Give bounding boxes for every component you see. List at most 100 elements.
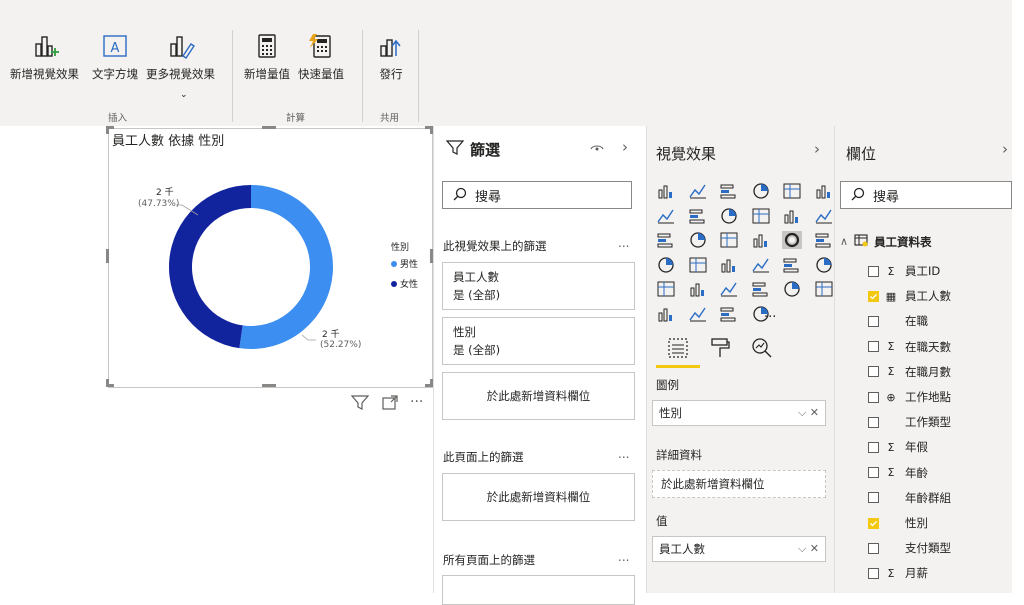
field-item[interactable]: Σ 年假 <box>868 438 928 456</box>
visual-type-icon[interactable] <box>719 256 739 274</box>
eye-icon[interactable] <box>590 140 604 159</box>
field-item[interactable]: 性別 <box>868 514 928 532</box>
visual-type-icon[interactable] <box>656 182 676 200</box>
visual-type-icon[interactable] <box>751 280 771 298</box>
field-item[interactable]: Σ 在職月數 <box>868 363 951 381</box>
checkbox-icon[interactable] <box>868 341 879 353</box>
table-node[interactable]: ∧ 員工資料表 <box>840 233 932 250</box>
more-options-icon[interactable]: ··· <box>410 394 423 410</box>
filter-card-employee-count[interactable]: 員工人數 是 (全部) <box>442 262 635 310</box>
visual-type-icon[interactable] <box>782 256 802 274</box>
field-item[interactable]: 工作類型 <box>868 413 951 431</box>
analytics-magnifier-icon[interactable] <box>750 336 774 364</box>
resize-handle[interactable] <box>106 126 109 134</box>
visual-type-icon[interactable] <box>782 182 802 200</box>
focus-mode-icon[interactable] <box>381 395 399 415</box>
filter-icon[interactable] <box>350 395 370 415</box>
page-filter-drop-zone[interactable]: 於此處新增資料欄位 <box>442 473 635 521</box>
details-well[interactable]: 於此處新增資料欄位 <box>652 470 826 498</box>
field-item[interactable]: ▦ 員工人數 <box>868 287 951 305</box>
visual-type-icon[interactable] <box>688 280 708 298</box>
visual-type-icon[interactable] <box>688 231 708 249</box>
visual-type-icon[interactable] <box>656 231 676 249</box>
visual-type-icon[interactable] <box>719 280 739 298</box>
checkbox-checked-icon[interactable] <box>868 517 879 529</box>
chevron-up-icon[interactable]: ∧ <box>840 235 848 248</box>
visual-type-icon[interactable] <box>814 256 834 274</box>
visual-type-icon[interactable] <box>656 280 676 298</box>
values-well[interactable]: 員工人數 ⌵ ✕ <box>652 536 826 562</box>
fields-tab-icon[interactable] <box>666 336 690 364</box>
checkbox-icon[interactable] <box>868 467 879 479</box>
visual-type-icon[interactable] <box>782 231 802 249</box>
text-box-button[interactable]: A 文字方塊 <box>92 32 138 92</box>
resize-handle[interactable] <box>262 384 276 387</box>
resize-handle[interactable] <box>262 126 276 129</box>
more-icon[interactable]: ... <box>618 550 629 564</box>
fields-search-input[interactable]: 搜尋 <box>840 181 1012 209</box>
visual-type-icon[interactable] <box>782 207 802 225</box>
field-item[interactable]: 支付類型 <box>868 539 951 557</box>
checkbox-icon[interactable] <box>868 416 879 428</box>
field-item[interactable]: Σ 在職天數 <box>868 338 951 356</box>
checkbox-icon[interactable] <box>868 391 879 403</box>
legend-well[interactable]: 性別 ⌵ ✕ <box>652 400 826 426</box>
collapse-visualizations-icon[interactable]: › <box>814 140 820 158</box>
field-item[interactable]: Σ 月薪 <box>868 564 928 582</box>
add-visual-button[interactable]: 新增視覺效果 <box>10 32 79 92</box>
visual-type-icon[interactable] <box>688 207 708 225</box>
checkbox-icon[interactable] <box>868 366 879 378</box>
all-pages-filter-drop-zone[interactable] <box>442 575 635 605</box>
more-visuals-button[interactable]: 更多視覺效果 <box>146 32 215 92</box>
field-item[interactable]: ⊕ 工作地點 <box>868 388 951 406</box>
visual-type-icon[interactable] <box>688 182 708 200</box>
collapse-filters-icon[interactable]: › <box>622 138 628 156</box>
visual-type-icon[interactable] <box>751 231 771 249</box>
visual-type-icon[interactable] <box>814 207 834 225</box>
visual-type-icon[interactable] <box>782 280 802 298</box>
checkbox-icon[interactable] <box>868 542 879 554</box>
legend-item-female[interactable]: 女性 <box>391 277 418 290</box>
visual-type-icon[interactable] <box>719 231 739 249</box>
visual-type-icon[interactable] <box>719 182 739 200</box>
visual-type-icon[interactable] <box>814 182 834 200</box>
new-measure-button[interactable]: 新增量值 <box>244 32 290 92</box>
visual-type-icon[interactable] <box>751 207 771 225</box>
publish-button[interactable]: 發行 <box>377 32 405 92</box>
donut-slice-male[interactable] <box>239 185 333 349</box>
visual-type-icon[interactable] <box>688 305 708 323</box>
legend-item-male[interactable]: 男性 <box>391 257 418 270</box>
more-icon[interactable]: ... <box>618 236 629 250</box>
visual-type-icon[interactable] <box>751 182 771 200</box>
filter-card-gender[interactable]: 性別 是 (全部) <box>442 317 635 365</box>
visual-type-icon[interactable] <box>656 305 676 323</box>
field-item[interactable]: Σ 年齡 <box>868 464 928 482</box>
visual-type-icon[interactable] <box>719 207 739 225</box>
format-paint-roller-icon[interactable] <box>708 336 732 364</box>
field-item[interactable]: 年齡群組 <box>868 489 951 507</box>
field-item[interactable]: Σ 員工ID <box>868 262 940 280</box>
checkbox-checked-icon[interactable] <box>868 290 879 302</box>
visual-type-icon[interactable] <box>688 256 708 274</box>
checkbox-icon[interactable] <box>868 441 879 453</box>
resize-handle[interactable] <box>106 379 109 387</box>
more-visuals-icon[interactable]: ... <box>764 306 776 321</box>
dropdown-remove-icons[interactable]: ⌵ ✕ <box>798 406 819 420</box>
donut-slice-female[interactable] <box>168 185 251 349</box>
dropdown-remove-icons[interactable]: ⌵ ✕ <box>798 542 819 556</box>
visual-filter-drop-zone[interactable]: 於此處新增資料欄位 <box>442 372 635 420</box>
more-icon[interactable]: ... <box>618 447 629 461</box>
checkbox-icon[interactable] <box>868 265 879 277</box>
quick-measure-button[interactable]: 快速量值 <box>298 32 344 92</box>
checkbox-icon[interactable] <box>868 567 879 579</box>
checkbox-icon[interactable] <box>868 492 879 504</box>
visual-type-icon[interactable] <box>751 256 771 274</box>
visual-type-icon[interactable] <box>719 305 739 323</box>
collapse-fields-icon[interactable]: › <box>1002 140 1008 158</box>
checkbox-icon[interactable] <box>868 315 879 327</box>
filters-search-input[interactable]: 搜尋 <box>442 181 632 209</box>
visual-type-icon[interactable] <box>656 256 676 274</box>
visual-type-icon[interactable] <box>814 280 834 298</box>
visual-type-icon[interactable] <box>814 231 834 249</box>
visual-type-icon[interactable] <box>656 207 676 225</box>
